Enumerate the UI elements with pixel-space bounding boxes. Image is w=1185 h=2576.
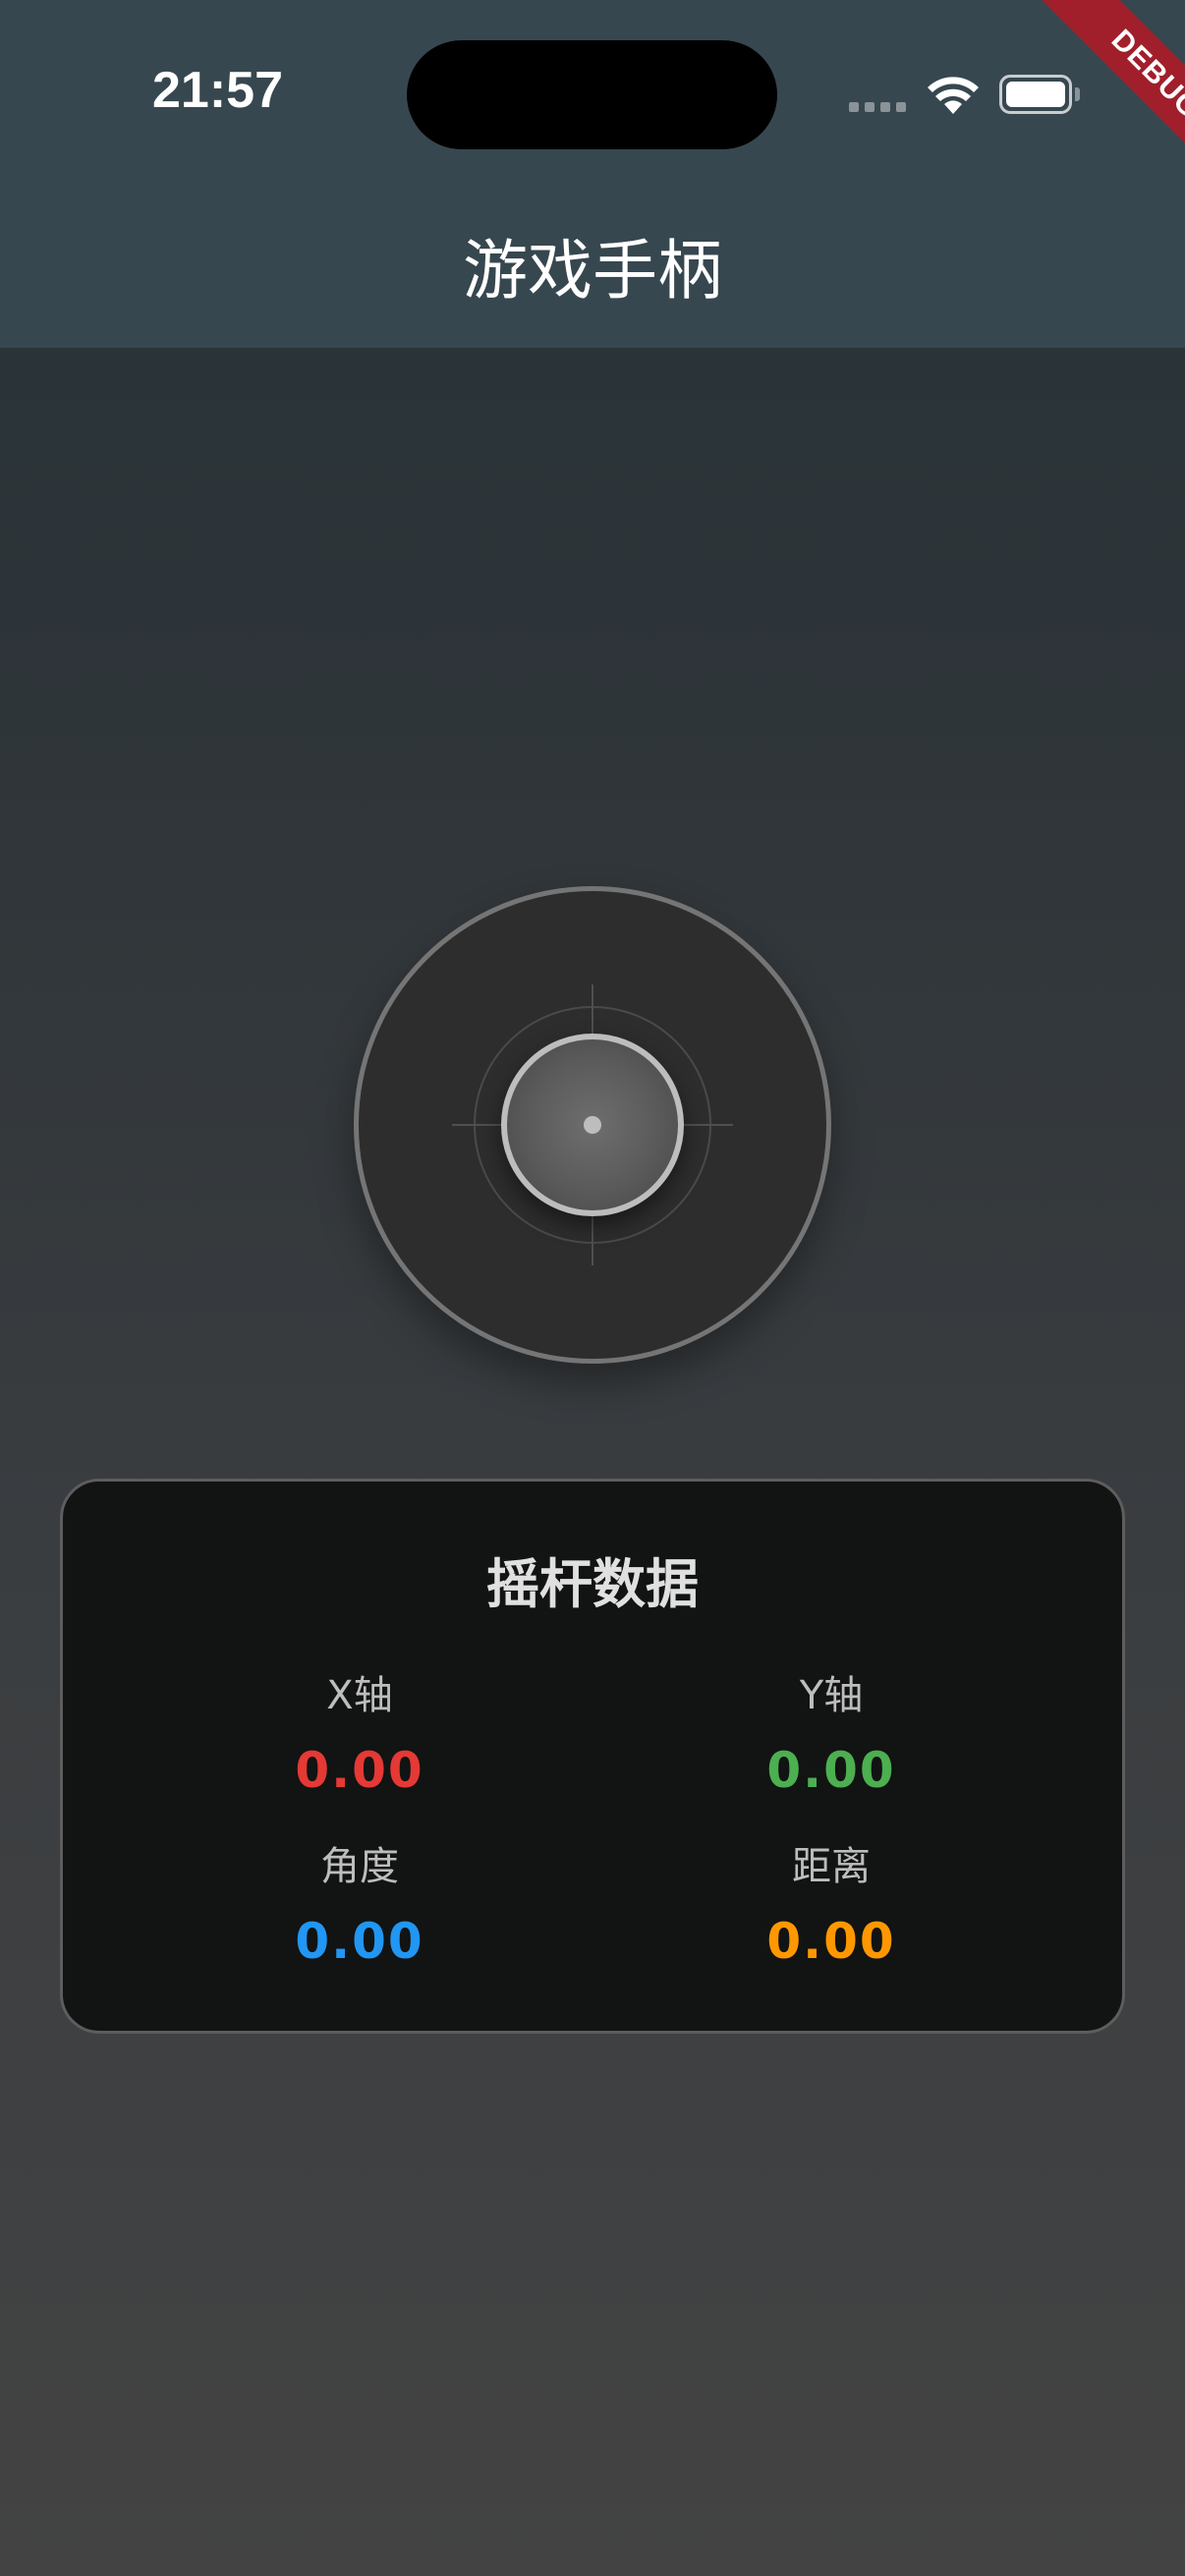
metric-y-axis: Y轴 0.00 bbox=[684, 1668, 979, 1800]
metric-distance-value: 0.00 bbox=[766, 1913, 896, 1970]
cellular-signal-icon bbox=[849, 102, 908, 116]
metric-x-axis-value: 0.00 bbox=[295, 1742, 424, 1799]
page-title: 游戏手柄 bbox=[463, 233, 722, 308]
panel-title: 摇杆数据 bbox=[486, 1553, 699, 1615]
metric-angle-label: 角度 bbox=[320, 1844, 399, 1889]
metric-y-axis-value: 0.00 bbox=[766, 1742, 896, 1799]
battery-icon bbox=[999, 75, 1082, 114]
metric-angle: 角度 0.00 bbox=[212, 1839, 507, 1971]
status-time: 21:57 bbox=[152, 62, 283, 119]
metric-angle-value: 0.00 bbox=[295, 1913, 424, 1970]
metric-x-axis: X轴 0.00 bbox=[212, 1668, 507, 1800]
metric-distance: 距离 0.00 bbox=[684, 1839, 979, 1971]
joystick-center-dot bbox=[584, 1116, 601, 1134]
metric-y-axis-label: Y轴 bbox=[799, 1673, 864, 1718]
dynamic-island bbox=[407, 40, 777, 149]
joystick-data-panel: 摇杆数据 X轴 0.00 Y轴 0.00 角度 0.00 距离 0.00 bbox=[60, 1479, 1125, 2034]
wifi-icon bbox=[928, 77, 979, 114]
metric-x-axis-label: X轴 bbox=[326, 1673, 393, 1718]
app-bar: 21:57 游戏手柄 bbox=[0, 0, 1185, 348]
metric-distance-label: 距离 bbox=[792, 1844, 871, 1889]
